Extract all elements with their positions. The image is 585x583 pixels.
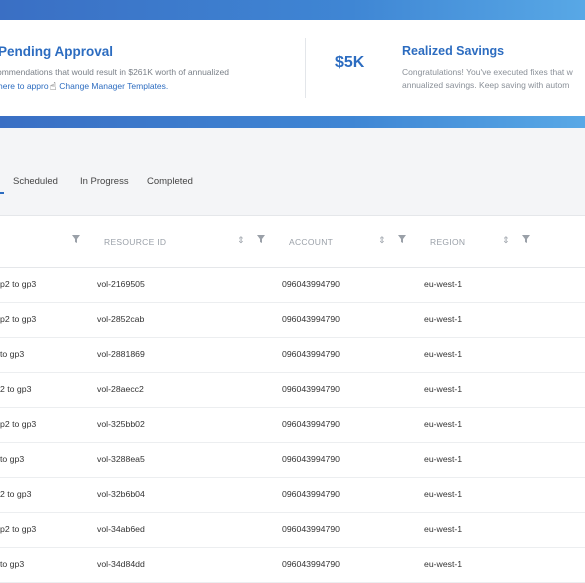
realized-savings-description: Congratulations! You've executed fixes t…: [402, 67, 573, 77]
table-row[interactable]: p2 to gp3 vol-2852cab 096043994790 eu-we…: [0, 303, 585, 338]
table-row[interactable]: to gp3 vol-2881869 096043994790 eu-west-…: [0, 338, 585, 373]
region-cell: eu-west-1: [424, 489, 463, 499]
resource-id-cell: vol-34d84dd: [97, 559, 145, 569]
action-cell: p2 to gp3: [0, 524, 37, 534]
account-cell: 096043994790: [282, 419, 340, 429]
realized-savings-value: $5K: [335, 54, 365, 71]
table-row[interactable]: to gp3 vol-3288ea5 096043994790 eu-west-…: [0, 443, 585, 478]
hand-cursor-icon: ☝: [49, 81, 57, 93]
active-tab-indicator: [0, 192, 4, 194]
action-cell: to gp3: [0, 349, 25, 359]
table-row[interactable]: p2 to gp3 vol-2169505 096043994790 eu-we…: [0, 268, 585, 303]
resource-id-header: RESOURCE ID: [104, 237, 167, 247]
region-cell: eu-west-1: [424, 384, 463, 394]
resource-id-cell: vol-2169505: [97, 279, 145, 289]
table-header: RESOURCE ID ⇕ ACCOUNT ⇕ REGION ⇕: [0, 216, 585, 268]
pending-approval-links: here to appro☝ Change Manager Templates.: [0, 80, 168, 93]
account-cell: 096043994790: [282, 489, 340, 499]
header-banner: [0, 0, 585, 20]
account-cell: 096043994790: [282, 454, 340, 464]
recommendations-table: RESOURCE ID ⇕ ACCOUNT ⇕ REGION ⇕ p2 to g…: [0, 215, 585, 583]
table-row[interactable]: to gp3 vol-34d84dd 096043994790 eu-west-…: [0, 548, 585, 583]
action-cell: p2 to gp3: [0, 419, 37, 429]
pending-approval-title: Pending Approval: [0, 44, 114, 59]
resource-id-cell: vol-28aecc2: [97, 384, 144, 394]
table-row[interactable]: p2 to gp3 vol-325bb02 096043994790 eu-we…: [0, 408, 585, 443]
action-cell: p2 to gp3: [0, 314, 37, 324]
resource-id-cell: vol-32b6b04: [97, 489, 145, 499]
region-cell: eu-west-1: [424, 419, 463, 429]
summary-cards: Pending Approval ommendations that would…: [0, 20, 585, 116]
realized-savings-title: Realized Savings: [402, 44, 505, 58]
region-cell: eu-west-1: [424, 524, 463, 534]
resource-id-cell: vol-2852cab: [97, 314, 145, 324]
region-cell: eu-west-1: [424, 559, 463, 569]
sort-icon[interactable]: ⇕: [378, 235, 386, 245]
action-cell: to gp3: [0, 559, 25, 569]
status-tabs: Scheduled In Progress Completed: [0, 170, 585, 194]
account-cell: 096043994790: [282, 559, 340, 569]
filter-icon[interactable]: [72, 235, 80, 243]
pending-approval-description: ommendations that would result in $261K …: [0, 67, 230, 77]
sort-icon[interactable]: ⇕: [237, 235, 245, 245]
region-cell: eu-west-1: [424, 454, 463, 464]
region-cell: eu-west-1: [424, 314, 463, 324]
region-header: REGION: [430, 237, 466, 247]
realized-savings-description-2: annualized savings. Keep saving with aut…: [402, 80, 570, 90]
region-cell: eu-west-1: [424, 349, 463, 359]
resource-id-cell: vol-3288ea5: [97, 454, 145, 464]
tab-scheduled[interactable]: Scheduled: [13, 176, 58, 187]
account-cell: 096043994790: [282, 314, 340, 324]
sort-icon[interactable]: ⇕: [502, 235, 510, 245]
action-cell: 2 to gp3: [0, 384, 32, 394]
approve-link[interactable]: here to appro: [0, 81, 49, 91]
table-row[interactable]: 2 to gp3 vol-28aecc2 096043994790 eu-wes…: [0, 373, 585, 408]
filter-icon[interactable]: [522, 235, 530, 243]
action-cell: 2 to gp3: [0, 489, 32, 499]
region-cell: eu-west-1: [424, 279, 463, 289]
tab-in-progress[interactable]: In Progress: [80, 176, 129, 187]
resource-id-cell: vol-325bb02: [97, 419, 145, 429]
action-cell: p2 to gp3: [0, 279, 37, 289]
summary-banner-footer: [0, 116, 585, 128]
tab-completed[interactable]: Completed: [147, 176, 193, 187]
table-row[interactable]: p2 to gp3 vol-34ab6ed 096043994790 eu-we…: [0, 513, 585, 548]
action-cell: to gp3: [0, 454, 25, 464]
account-cell: 096043994790: [282, 349, 340, 359]
change-manager-templates-link[interactable]: Change Manager Templates.: [59, 81, 168, 91]
account-cell: 096043994790: [282, 384, 340, 394]
table-row[interactable]: 2 to gp3 vol-32b6b04 096043994790 eu-wes…: [0, 478, 585, 513]
account-header: ACCOUNT: [289, 237, 334, 247]
filter-icon[interactable]: [257, 235, 265, 243]
pending-approval-card: Pending Approval ommendations that would…: [0, 20, 305, 116]
realized-savings-card: $5K Realized Savings Congratulations! Yo…: [305, 20, 585, 116]
account-cell: 096043994790: [282, 524, 340, 534]
filter-icon[interactable]: [398, 235, 406, 243]
resource-id-cell: vol-34ab6ed: [97, 524, 145, 534]
account-cell: 096043994790: [282, 279, 340, 289]
resource-id-cell: vol-2881869: [97, 349, 145, 359]
